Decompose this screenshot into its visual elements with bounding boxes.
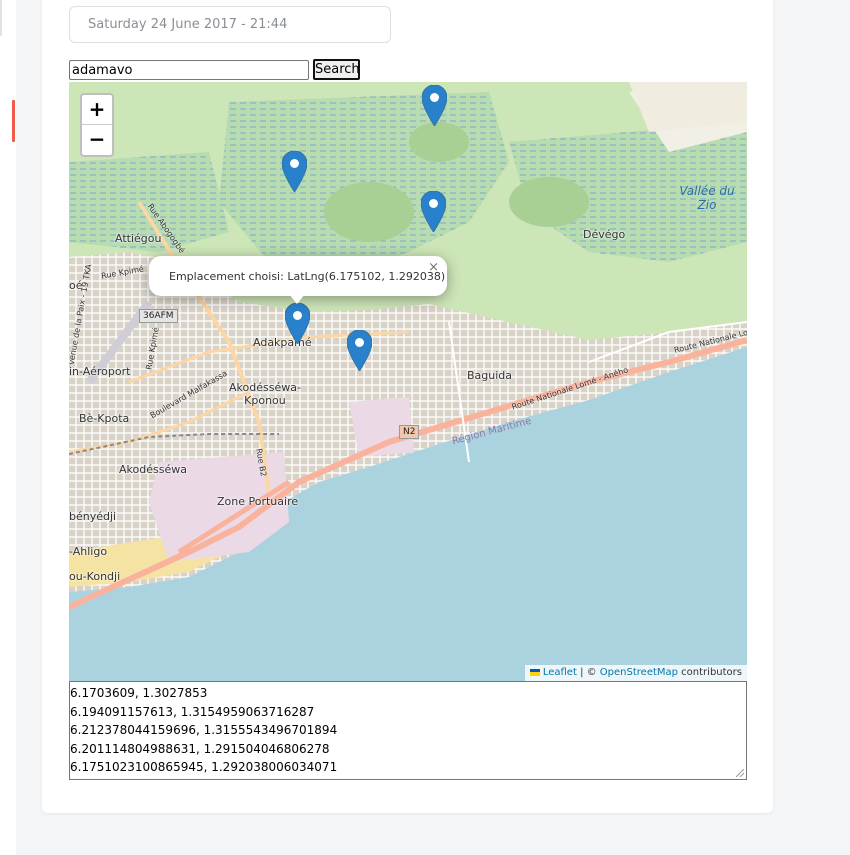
place-label-line: Vallée du [679, 184, 735, 198]
place-label: Akodésséwa [119, 463, 187, 476]
coordinate-line: 6.194091157613, 1.3154959063716287 [70, 704, 315, 719]
popup-tip [289, 294, 305, 304]
map-popup: Emplacement choisi: LatLng(6.175102, 1.2… [149, 256, 447, 304]
coordinates-textarea[interactable]: 6.1703609, 1.3027853 6.194091157613, 1.3… [69, 681, 747, 780]
place-label: bényédji [69, 510, 117, 523]
resize-handle-icon[interactable] [736, 769, 744, 777]
place-label-line: Akodésséwa- [229, 381, 301, 394]
place-label: Baguida [467, 369, 513, 382]
sidebar-edge [0, 0, 16, 855]
map-view[interactable]: Attiégou Dévégo Vallée du Zio Adakpamé B… [69, 82, 747, 681]
place-label-line: Kponou [244, 394, 286, 407]
attribution-separator: | © [576, 667, 600, 678]
road-shield: N2 [399, 425, 420, 439]
place-label-line: Zio [697, 198, 717, 212]
coordinate-line: 6.1751023100865945, 1.292038006034071 [70, 760, 338, 774]
search-button[interactable]: Search [313, 59, 360, 80]
map-marker-icon[interactable] [285, 303, 310, 344]
road-shield: 36AFM [139, 309, 178, 323]
date-field[interactable]: Saturday 24 June 2017 - 21:44 [69, 6, 391, 43]
search-input[interactable] [69, 60, 309, 80]
place-label: Bè-Kpota [79, 412, 130, 425]
place-label: ou-Kondji [69, 570, 121, 583]
place-label: Vallée du Zio [667, 184, 747, 212]
osm-link[interactable]: OpenStreetMap [600, 667, 678, 678]
map-marker-icon[interactable] [421, 191, 446, 232]
sidebar-active-indicator [12, 100, 15, 142]
place-label: Zone Portuaire [217, 495, 299, 508]
map-attribution: Leaflet | © OpenStreetMap contributors [524, 665, 747, 681]
coordinate-line: 6.201114804988631, 1.291504046806278 [70, 741, 330, 756]
place-label: in-Aéroport [69, 365, 131, 378]
sidebar-divider [0, 0, 2, 36]
map-marker-icon[interactable] [422, 85, 447, 126]
zoom-control: + − [80, 93, 114, 157]
popup-content: Emplacement choisi: LatLng(6.175102, 1.2… [169, 270, 446, 283]
coordinate-line: 6.212378044159696, 1.3155543496701894 [70, 723, 338, 737]
date-text: Saturday 24 June 2017 - 21:44 [88, 17, 288, 32]
popup-close-button[interactable]: × [428, 260, 439, 275]
place-label: Attiégou [115, 232, 162, 245]
map-tiles [69, 82, 747, 681]
ukraine-flag-icon [529, 668, 540, 676]
zoom-in-button[interactable]: + [82, 95, 112, 125]
map-marker-icon[interactable] [282, 151, 307, 192]
map-marker-icon[interactable] [347, 330, 372, 371]
place-label: Akodésséwa- Kponou [229, 381, 301, 407]
attribution-suffix: contributors [678, 667, 742, 678]
place-label: -Ahligo [69, 545, 108, 558]
zoom-out-button[interactable]: − [82, 125, 112, 155]
coordinate-line: 6.1703609, 1.3027853 [70, 686, 208, 700]
place-label: Dévégo [583, 228, 626, 241]
leaflet-link[interactable]: Leaflet [543, 667, 577, 678]
